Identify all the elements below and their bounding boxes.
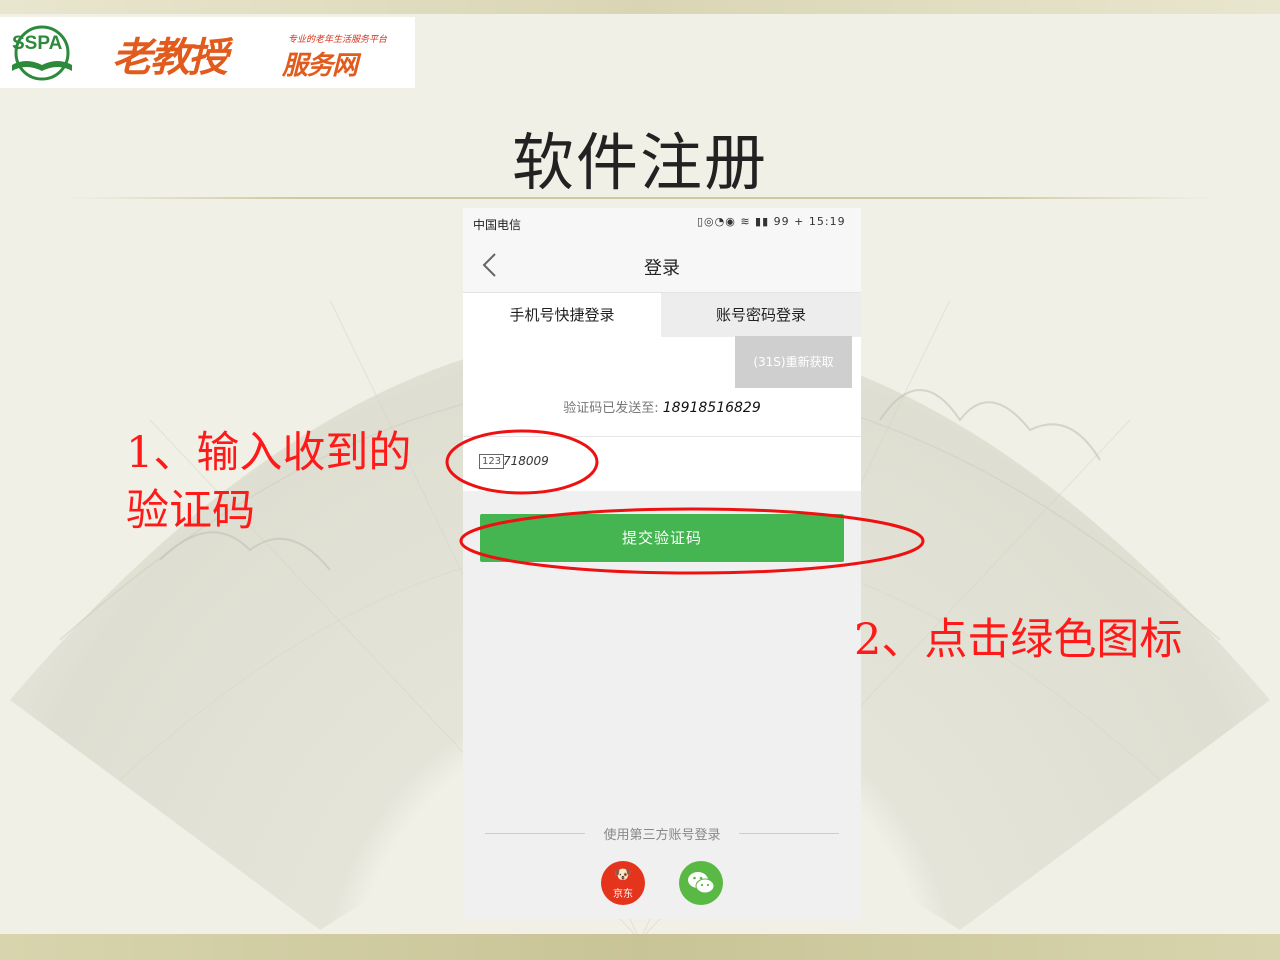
brand-sub: 服务网 [282,51,358,81]
status-icons: ▯◎◔◉ ≋ ▮▮ 99 + 15:19 [697,215,846,228]
code-sent-label: 验证码已发送至: [563,401,659,416]
nav-title: 登录 [644,258,680,279]
bottom-decor-band [0,934,1280,960]
brand-name: 老教授 [112,35,228,81]
tab-account-login[interactable]: 账号密码登录 [661,293,861,337]
tab-phone-login[interactable]: 手机号快捷登录 [463,293,661,337]
brand-tagline: 专业的老年生活服务平台 [288,35,388,45]
annotation-step1: 1、输入收到的验证码 [126,428,412,536]
numeric-keypad-icon: 123 [479,454,505,469]
phone-screenshot: 中国电信 ▯◎◔◉ ≋ ▮▮ 99 + 15:19 登录 手机号快捷登录 账号密… [463,208,861,919]
wechat-icon [688,872,715,894]
divider-right [739,833,839,834]
resend-code-button[interactable]: (31S)重新获取 [735,336,852,388]
jd-dog-icon: 🐶 [614,867,632,883]
ssa-emblem-text: SSPA [12,33,63,54]
wechat-login-button[interactable] [679,861,723,905]
phone-number: 18918516829 [662,400,761,416]
code-sent-notice: 验证码已发送至: 18918516829 [463,397,861,416]
brand-logo: SSPA 老教授 专业的老年生活服务平台 服务网 [0,17,415,88]
verification-code-input[interactable] [503,450,683,472]
status-bar: 中国电信 ▯◎◔◉ ≋ ▮▮ 99 + 15:19 [463,208,861,240]
annotation-step2: 2、点击绿色图标 [854,615,1183,665]
carrier-label: 中国电信 [473,218,522,232]
title-divider [64,197,1216,199]
slide-title: 软件注册 [511,126,768,199]
jd-login-button[interactable]: 🐶 京东 [601,861,645,905]
nav-bar: 登录 [463,240,861,293]
code-input-row: 123 [463,436,861,491]
submit-code-button[interactable]: 提交验证码 [480,514,844,562]
jd-label: 京东 [613,889,633,900]
